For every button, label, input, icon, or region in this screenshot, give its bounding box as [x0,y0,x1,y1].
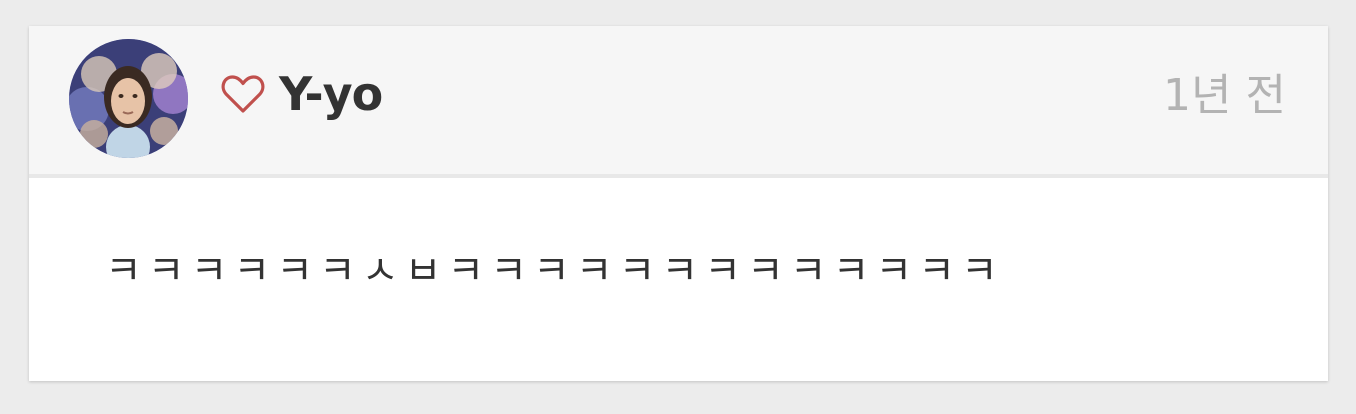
avatar-image [69,39,188,158]
comment-timestamp: 1년 전 [1163,70,1286,121]
comment-header: Y-yo 1년 전 [29,26,1328,178]
comment-card: Y-yo 1년 전 ㅋㅋㅋㅋㅋㅋㅅㅂㅋㅋㅋㅋㅋㅋㅋㅋㅋㅋㅋㅋㅋ [29,26,1328,381]
heart-icon[interactable] [221,74,265,114]
avatar[interactable] [69,39,188,158]
comment-author[interactable]: Y-yo [279,64,383,124]
comment-text: ㅋㅋㅋㅋㅋㅋㅅㅂㅋㅋㅋㅋㅋㅋㅋㅋㅋㅋㅋㅋㅋ [105,248,1004,294]
